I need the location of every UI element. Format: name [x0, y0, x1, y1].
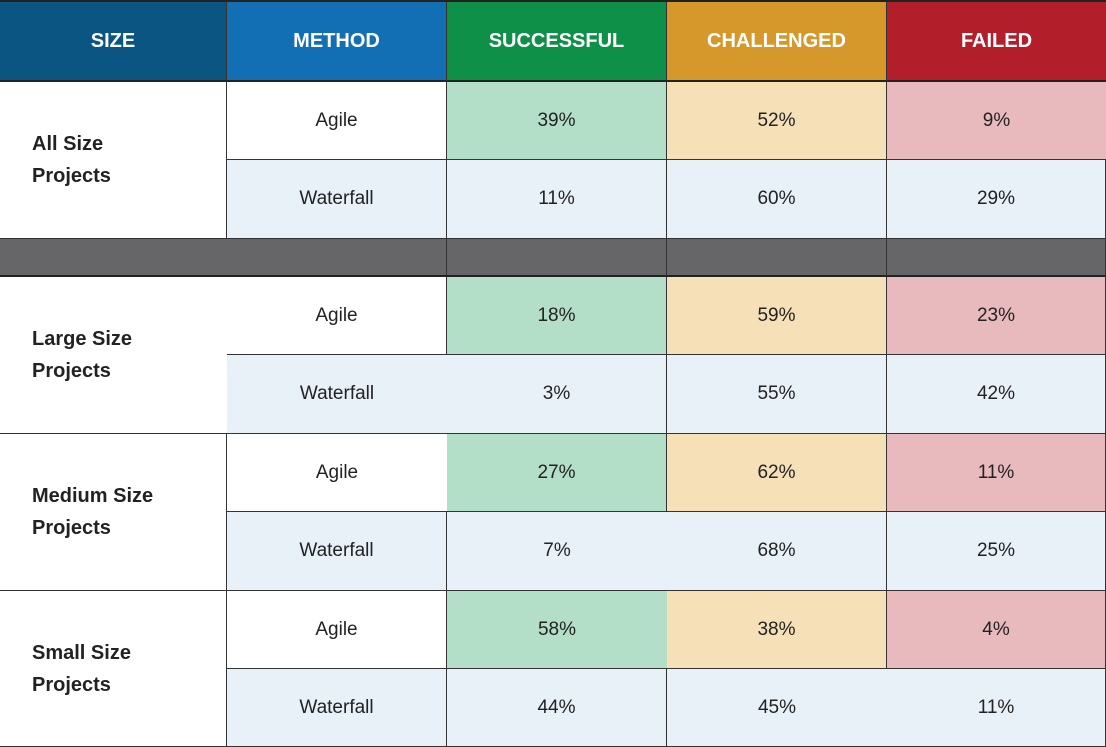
size-label-text: Large Size Projects: [32, 323, 132, 387]
size-label: Large Size Projects: [0, 277, 227, 434]
method-cell: Waterfall: [227, 669, 447, 747]
successful-value: 27%: [447, 434, 667, 512]
successful-value: 11%: [447, 160, 667, 239]
separator-row: [227, 239, 447, 277]
separator-row: [0, 239, 227, 277]
size-label-line: Large Size: [32, 328, 133, 350]
size-label-line: Projects: [32, 673, 111, 696]
size-label-text: Medium Size Projects: [32, 480, 153, 544]
challenged-value: 52%: [667, 82, 887, 160]
successful-value: 39%: [447, 82, 667, 160]
separator-row: [447, 239, 667, 277]
header-size: SIZE: [0, 2, 227, 82]
failed-value: 29%: [887, 160, 1106, 239]
size-label-line: Small Size: [32, 641, 131, 664]
failed-value: 4%: [887, 591, 1106, 669]
failed-value: 9%: [887, 82, 1106, 160]
successful-value: 18%: [447, 277, 667, 355]
method-cell: Agile: [227, 591, 447, 669]
failed-value: 11%: [887, 669, 1106, 747]
size-label-text: Small Size Projects: [32, 637, 131, 701]
size-label: Small Size Projects: [0, 591, 227, 747]
challenged-value: 38%: [667, 591, 887, 669]
header-method: METHOD: [227, 2, 447, 82]
results-table: SIZE METHOD SUCCESSFUL CHALLENGED FAILED All …: [0, 0, 1106, 747]
method-cell: Agile: [227, 434, 447, 512]
failed-value: 23%: [887, 277, 1106, 355]
challenged-value: 55%: [667, 355, 887, 434]
size-label-line: All Size: [32, 133, 104, 155]
header-failed: FAILED: [887, 2, 1106, 82]
challenged-value: 45%: [667, 669, 887, 747]
size-label-line: Projects: [32, 517, 111, 539]
method-cell: Agile: [227, 277, 447, 355]
method-cell: Waterfall: [227, 512, 447, 591]
method-cell: Agile: [227, 82, 447, 160]
method-cell: Waterfall: [227, 355, 447, 434]
separator-row: [887, 239, 1106, 277]
method-cell: Waterfall: [227, 160, 447, 239]
size-label: Medium Size Projects: [0, 434, 227, 591]
successful-value: 44%: [447, 669, 667, 747]
header-challenged: CHALLENGED: [667, 2, 887, 82]
size-label-line: Medium Size: [32, 485, 154, 507]
successful-value: 7%: [447, 512, 667, 591]
challenged-value: 60%: [667, 160, 887, 239]
size-label: All Size Projects: [0, 82, 227, 239]
failed-value: 25%: [887, 512, 1106, 591]
challenged-value: 62%: [667, 434, 887, 512]
separator-row: [667, 239, 887, 277]
successful-value: 3%: [447, 355, 667, 434]
challenged-value: 59%: [667, 277, 887, 355]
failed-value: 42%: [887, 355, 1106, 434]
size-label-text: All Size Projects: [32, 128, 111, 192]
size-label-line: Projects: [32, 165, 111, 187]
size-label-line: Projects: [32, 360, 111, 382]
header-successful: SUCCESSFUL: [447, 2, 667, 82]
failed-value: 11%: [887, 434, 1106, 512]
challenged-value: 68%: [667, 512, 887, 591]
successful-value: 58%: [447, 591, 667, 669]
